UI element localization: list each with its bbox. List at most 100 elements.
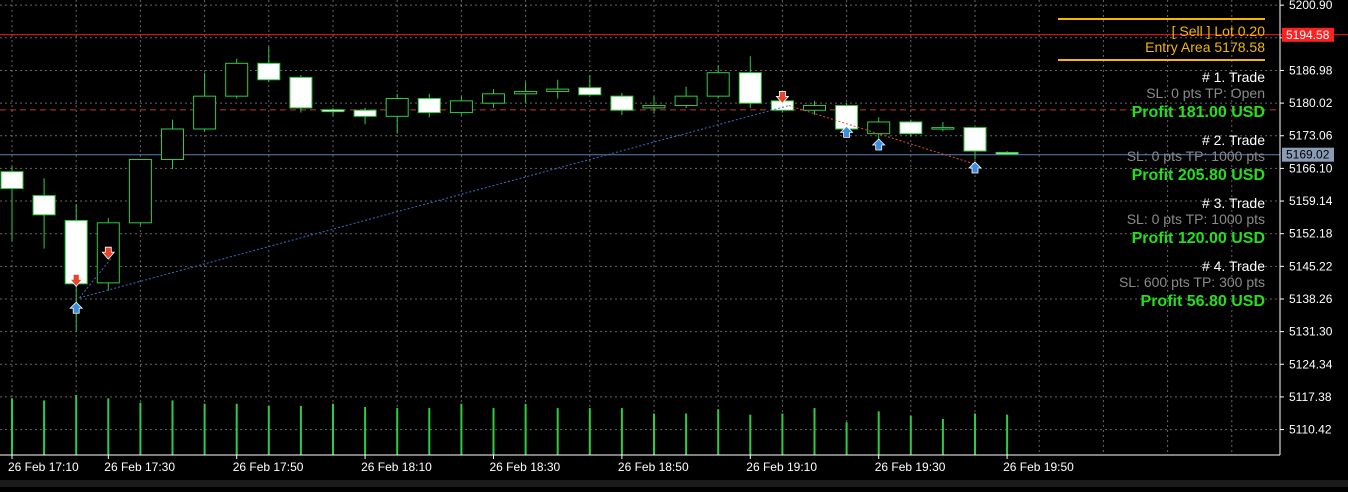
x-tick-label: 26 Feb 19:50 (1003, 460, 1074, 474)
candle-body-bull (867, 121, 891, 135)
panel-trades: # 1. TradeSL: 0 pts TP: Open Profit 181.0… (1119, 69, 1265, 310)
trade-block: # 1. TradeSL: 0 pts TP: Open Profit 181.0… (1132, 69, 1266, 121)
candle (995, 151, 1019, 155)
candle-body-bear (963, 127, 987, 152)
candle-body-bear (417, 98, 441, 114)
y-tick-label: 5166.10 (1289, 161, 1333, 175)
buy-arrow-shape (871, 138, 886, 151)
candle-body-bear (353, 109, 377, 117)
current-price-tag-label: 5169.02 (1286, 148, 1330, 162)
trade-block: # 4. TradeSL: 600 pts TP: 300 pts Profit … (1119, 258, 1265, 310)
red-price-tag-label: 5194.58 (1286, 28, 1330, 42)
y-tick-label: 5124.34 (1289, 357, 1333, 371)
candle-body-bear (899, 121, 923, 135)
candle-body-bear (835, 105, 859, 130)
red-price-tag: 5194.58 (1282, 28, 1334, 42)
buy-arrow-icon (871, 138, 886, 151)
candle (0, 166, 24, 242)
candle (578, 75, 602, 96)
x-tick-label: 26 Feb 17:50 (233, 460, 304, 474)
y-tick-label: 5110.42 (1289, 423, 1332, 437)
price-chart[interactable]: 5200.90 5186.98 5180.02 5173.06 5166.10 5159.… (0, 0, 1348, 487)
candle-body-bull (385, 98, 409, 117)
trade-block: # 3. TradeSL: 0 pts TP: 1000 pts Profit 1… (1127, 195, 1265, 247)
candle (931, 121, 955, 132)
candle (899, 119, 923, 137)
panel-header-entry: Entry Area 5178.58 (1145, 39, 1265, 55)
y-tick-label: 5173.06 (1289, 129, 1333, 143)
candle-body-bear (738, 72, 762, 104)
buy-arrow-shape (968, 161, 982, 174)
candle-body-bull (514, 90, 538, 95)
grid-layer (0, 0, 1280, 455)
y-tick-label: 5117.38 (1289, 390, 1332, 404)
y-tick-label: 5152.18 (1289, 227, 1333, 241)
candle-body-bear (321, 109, 345, 113)
trade-lines-layer (79, 105, 976, 299)
candle-body-bear (578, 87, 602, 96)
y-tick-label: 5138.26 (1289, 292, 1333, 306)
trade-title: # 1. Trade (1202, 69, 1265, 85)
chart-canvas[interactable]: 5200.90 5186.98 5180.02 5173.06 5166.10 5159.… (0, 0, 1348, 487)
y-tick-label: 5186.98 (1289, 63, 1333, 77)
x-tick-label: 26 Feb 19:10 (746, 460, 817, 474)
x-tick-label: 26 Feb 18:10 (361, 460, 432, 474)
candle-body-bull (674, 95, 698, 107)
candle-body-bull (128, 158, 152, 224)
candle-body-bull (642, 105, 666, 109)
candle (321, 107, 345, 117)
trade-profit: Profit 181.00 USD (1132, 104, 1265, 121)
status-strip (0, 480, 1348, 487)
trade-profit: Profit 56.80 USD (1141, 293, 1265, 310)
candle (385, 93, 409, 134)
candle (193, 72, 217, 132)
buy-arrow-shape (69, 301, 84, 314)
buy-arrow-icon (968, 161, 982, 174)
x-tick-label: 26 Feb 18:30 (490, 460, 561, 474)
trade-profit: Profit 205.80 USD (1132, 167, 1265, 184)
candle-body-bear (289, 76, 313, 109)
trade-title: # 2. Trade (1202, 132, 1265, 148)
candles-layer (0, 46, 1019, 331)
candle (610, 92, 634, 115)
candle (161, 119, 184, 169)
candle (482, 89, 505, 108)
candle (546, 79, 570, 99)
x-tick-label: 26 Feb 19:30 (875, 460, 946, 474)
trade-title: # 4. Trade (1202, 258, 1265, 274)
x-tick-label: 26 Feb 17:30 (104, 460, 175, 474)
candle (642, 96, 666, 114)
candle (417, 93, 441, 118)
candle (449, 96, 473, 115)
y-tick-label: 5159.14 (1289, 194, 1333, 208)
volume-layer (11, 395, 1009, 455)
trade-params: SL: 0 pts TP: 1000 pts (1127, 148, 1265, 164)
candle-body-bull (161, 128, 184, 160)
candle-body-bear (32, 195, 56, 216)
y-tick-label: 5145.22 (1289, 259, 1333, 273)
candle (674, 86, 698, 108)
candle-body-bear (995, 151, 1019, 155)
y-tick-label: 5200.90 (1289, 0, 1333, 12)
candle (32, 178, 56, 249)
x-tick-label: 26 Feb 18:50 (618, 460, 689, 474)
trade-block: # 2. TradeSL: 0 pts TP: 1000 pts Profit 2… (1127, 132, 1265, 184)
candle (128, 158, 152, 226)
candle-body-bull (546, 88, 570, 92)
y-tick-label: 5131.30 (1289, 325, 1333, 339)
candle-body-bear (610, 95, 634, 111)
y-tick-label: 5180.02 (1289, 96, 1333, 110)
candle (353, 107, 377, 125)
candle (257, 46, 281, 83)
candle (225, 58, 249, 99)
panel-header-order: [ Sell ] Lot 0.20 (1172, 23, 1266, 39)
candle (514, 82, 538, 104)
current-price-tag: 5169.02 (1282, 147, 1334, 162)
candle (738, 56, 762, 108)
candle (289, 75, 313, 113)
x-tick-label: 26 Feb 17:10 (8, 460, 79, 474)
trade-line (788, 105, 976, 165)
candle-body-bull (482, 93, 505, 104)
trade-line (79, 105, 789, 299)
candle-body-bear (257, 62, 281, 81)
